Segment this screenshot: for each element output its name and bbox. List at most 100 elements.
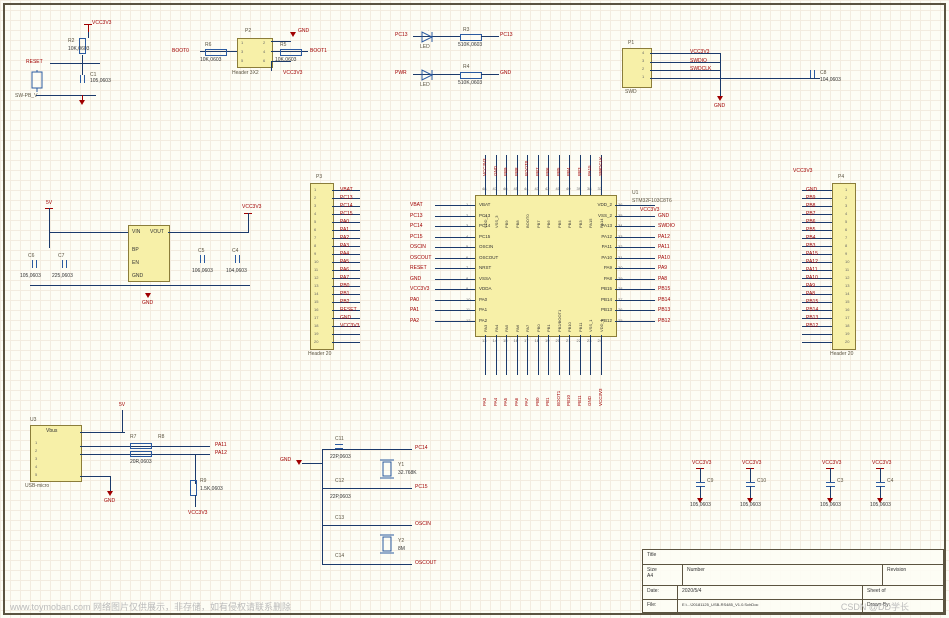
p4-vcc: VCC3V3 (793, 168, 812, 174)
pin-wire (802, 334, 832, 335)
pin-no: 16 (314, 307, 318, 312)
pn: 2 (263, 40, 265, 45)
pin-net: PC14 (340, 203, 353, 209)
pin-no: 11 (845, 267, 849, 272)
mcu-net: GND (410, 276, 421, 282)
wire (830, 468, 831, 482)
pin-no: 6 (845, 227, 847, 232)
schematic-sheet: VCC3V3 R2 10K,0603 RESET SW-PB_V C1 105,… (0, 0, 949, 618)
r6-val: 10K,0603 (200, 57, 221, 63)
w (122, 410, 123, 432)
mcu-net: PA1 (410, 307, 419, 313)
r7-ref: R7 (130, 434, 136, 440)
c13r: C13 (335, 515, 344, 521)
w (322, 525, 412, 526)
gnd-symbol (79, 100, 85, 105)
c12r: C12 (335, 478, 344, 484)
w (322, 449, 412, 450)
led-icon (420, 30, 438, 44)
r9-ref: R9 (200, 478, 206, 484)
5v: 5V (46, 200, 52, 206)
mcu-net: PC14 (410, 223, 423, 229)
mcu-net: PB1 (545, 378, 550, 406)
gnd-symbol (747, 498, 753, 503)
mcu-pinname: PB0 (536, 302, 541, 332)
pn: 5 (241, 58, 243, 63)
c1-val: 105,0603 (90, 78, 111, 84)
r8 (130, 451, 152, 457)
c6r: C6 (28, 253, 34, 259)
mcu-wire (435, 289, 475, 290)
mcu-net: PA4 (493, 378, 498, 406)
pn: 3 (642, 58, 644, 63)
mcu-wire (435, 279, 475, 280)
mcu-net: VCC3V3 (410, 286, 429, 292)
mcu-net: PA3 (482, 378, 487, 406)
cap-plate (826, 482, 835, 483)
tb-file-h: File: (643, 600, 678, 613)
w (650, 62, 720, 63)
vcc-label: VCC3V3 (742, 460, 761, 466)
mcu-pinname: PA8 (590, 276, 612, 281)
mcu-wire (615, 258, 655, 259)
gnd-symbol (697, 498, 703, 503)
p4-ref: P4 (838, 174, 844, 180)
mcu-net: PA10 (658, 255, 670, 261)
gnd: GND (280, 457, 291, 463)
c11a (335, 444, 343, 445)
mcu-net: VBAT (410, 202, 423, 208)
mcu-pinname: PB10 (567, 302, 572, 332)
mcu-net: PB8 (514, 148, 519, 176)
vcc3: VCC3V3 (188, 510, 207, 516)
c11v: 22P,0603 (330, 454, 351, 460)
vbus: Vbus (46, 428, 57, 434)
mcu-net: OSCOUT (410, 255, 431, 261)
w (302, 463, 322, 464)
vin: VIN (132, 229, 140, 235)
cap-plate (876, 482, 885, 483)
pin-no: 10 (845, 259, 849, 264)
mcu-net: GND (658, 213, 669, 219)
mcu-net: PA5 (503, 378, 508, 406)
pin-net: PC15 (340, 211, 353, 217)
r6 (205, 49, 227, 56)
pin-net: PA1 (340, 227, 349, 233)
pin-no: 6 (314, 227, 316, 232)
pin-net: PA8 (806, 291, 815, 297)
pn: 2 (35, 448, 37, 453)
c14r: C14 (335, 553, 344, 559)
c7v: 225,0603 (52, 273, 73, 279)
mcu-wire (517, 335, 518, 375)
mcu-net: PB0 (535, 378, 540, 406)
mcu-pinname: PA3 (483, 302, 488, 332)
r5-val: 10K,0603 (275, 57, 296, 63)
cap-plate (696, 482, 705, 483)
c12v: 22P,0603 (330, 494, 351, 500)
mcu-net: PB3 (577, 148, 582, 176)
pin-no: 4 (845, 211, 847, 216)
mcu-pinname: PA9 (590, 265, 612, 270)
gnd (717, 96, 723, 101)
y1: Y1 (398, 462, 404, 468)
p1-swd (622, 48, 652, 88)
w (36, 95, 96, 96)
r7 (130, 443, 152, 449)
pin-net: GND (340, 315, 351, 321)
tb-file-v: E:\...\20181125_USB-RS485_V1.0.SchDoc (678, 600, 863, 613)
pin-wire (332, 342, 360, 343)
mcu-pinname: PA10 (590, 255, 612, 260)
pn: 1 (642, 74, 644, 79)
mcu-pinname: VSS_1 (588, 302, 593, 332)
swd-clk: SWDCLK (690, 66, 711, 72)
mcu-pinname: BOOT0 (525, 198, 530, 228)
mcu-net: BOOT1 (556, 378, 561, 406)
pin-no: 20 (845, 339, 849, 344)
mcu-pinname: PB11 (578, 302, 583, 332)
mcu-wire (435, 300, 475, 301)
r2-val: 10K,0603 (68, 46, 89, 52)
w (322, 564, 412, 565)
xtal-icon (380, 458, 394, 480)
mcu-pinname: PB5 (557, 198, 562, 228)
led-part2: LED (420, 82, 430, 88)
pin-net: PA5 (340, 259, 349, 265)
